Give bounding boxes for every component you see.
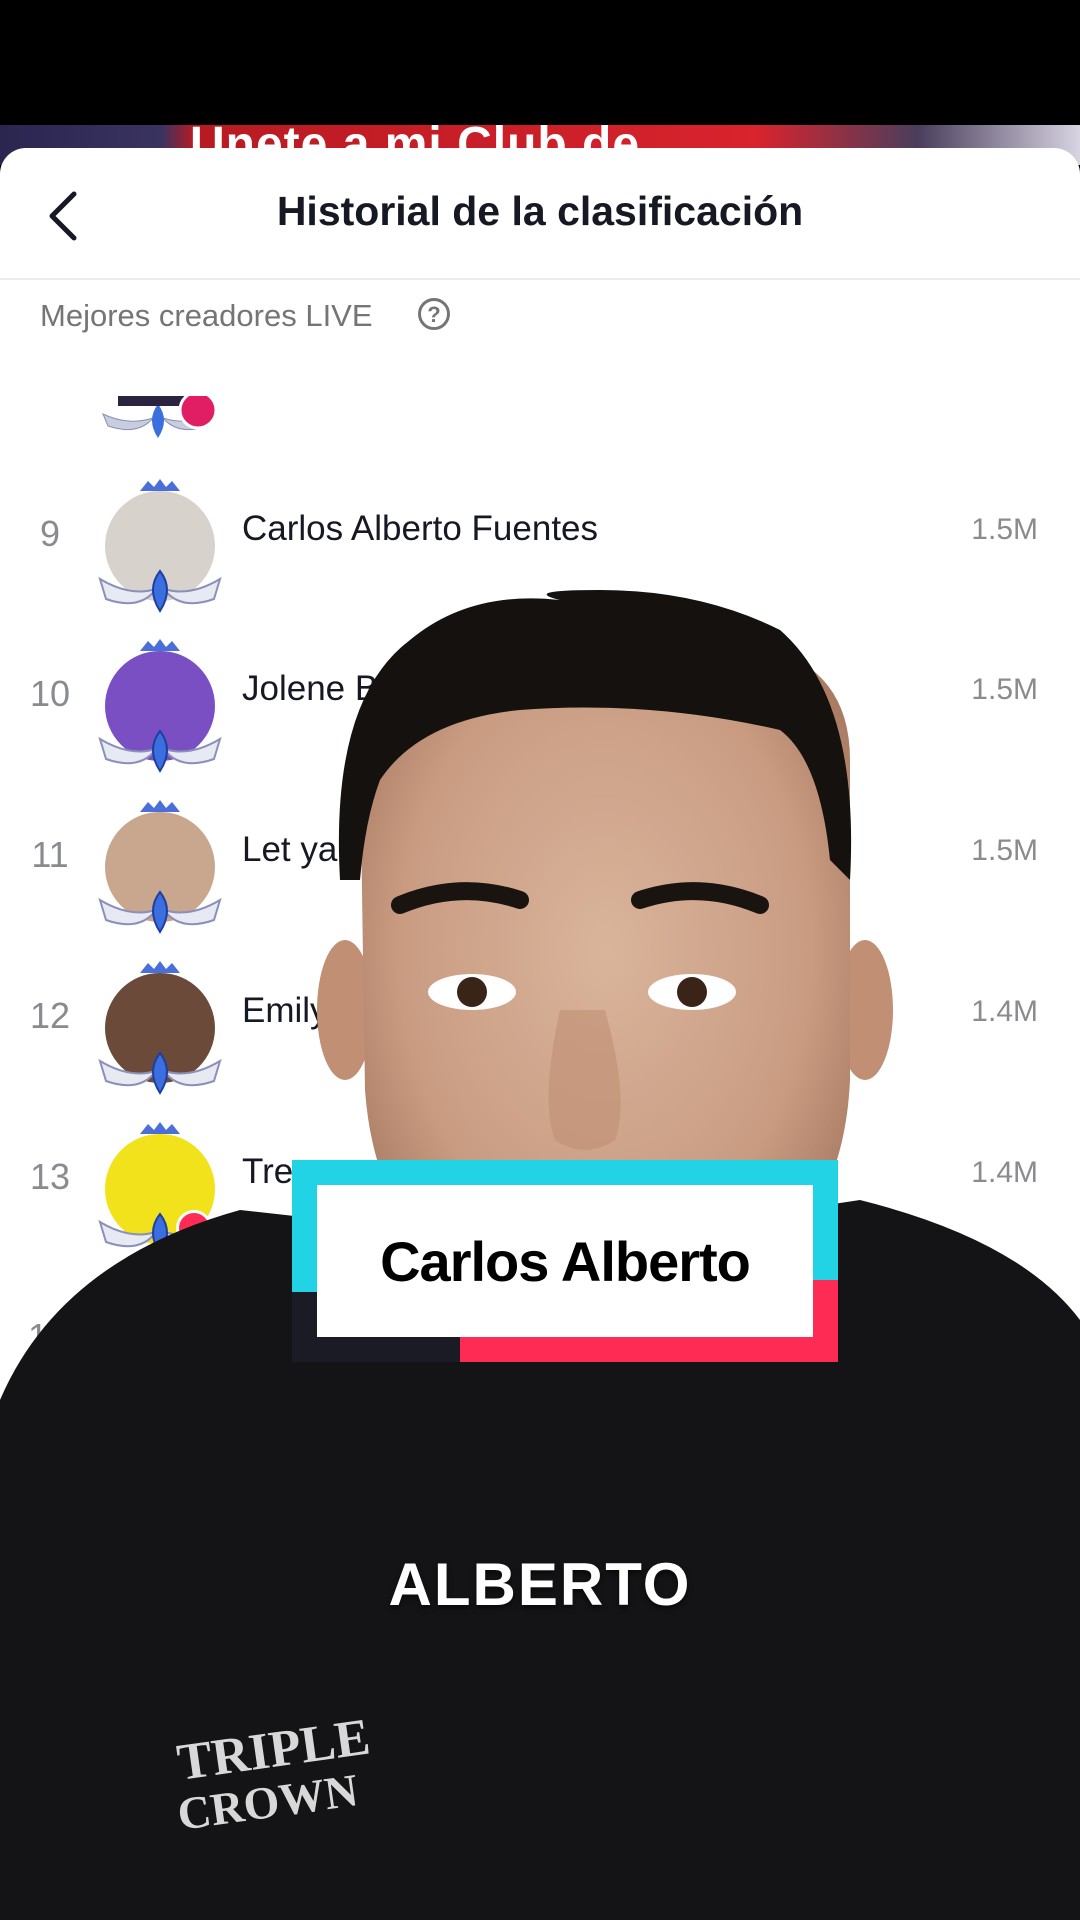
rank-number: 12: [29, 995, 71, 1036]
wings-frame-icon: [98, 1051, 222, 1095]
partial-avatar-wings: [102, 396, 218, 438]
leaderboard-row[interactable]: 12 Emily 1.4M: [0, 947, 1080, 1095]
creator-name: Carlos Alberto Fuentes: [242, 509, 599, 548]
rank-number: 11: [31, 834, 69, 875]
question-circle-icon[interactable]: ?: [418, 298, 450, 330]
creator-score: 1.5M: [971, 513, 1038, 546]
live-indicator-icon: [176, 1210, 212, 1246]
leaderboard-row[interactable]: 11 Let ya 1.5M: [0, 786, 1080, 934]
wings-frame-icon: [98, 890, 222, 934]
creator-name: Tre: [242, 1152, 294, 1191]
avatar[interactable]: [96, 1120, 224, 1260]
caption-sticker: Carlos Alberto: [292, 1160, 838, 1362]
avatar[interactable]: [96, 477, 224, 617]
creator-name: Let ya: [242, 830, 338, 869]
creator-score: 1.4M: [971, 1156, 1038, 1189]
creator-name: Emily: [242, 991, 328, 1030]
creator-score: 1.5M: [971, 834, 1038, 867]
creator-score: 1.4M: [971, 995, 1038, 1028]
ranking-history-sheet: Historial de la clasificación Mejores cr…: [0, 148, 1080, 1920]
avatar[interactable]: [96, 959, 224, 1099]
wings-frame-icon: [98, 569, 222, 613]
section-label: Mejores creadores LIVE: [40, 298, 373, 333]
rank-number: 10: [29, 673, 71, 714]
status-bar: [0, 0, 1080, 125]
creator-score: 1.5M: [971, 673, 1038, 706]
sheet-header: Historial de la clasificación: [0, 148, 1080, 280]
avatar[interactable]: [96, 637, 224, 777]
wings-frame-icon: [98, 729, 222, 773]
creator-name: Jolene B: [242, 669, 379, 708]
avatar[interactable]: [96, 798, 224, 938]
rank-number: 14: [28, 1316, 69, 1357]
caption-text: Carlos Alberto: [380, 1229, 751, 1293]
rank-number: 13: [29, 1156, 71, 1197]
leaderboard-row[interactable]: 10 Jolene B 1.5M: [0, 625, 1080, 773]
rank-number: 9: [39, 513, 61, 554]
page-title: Historial de la clasificación: [276, 188, 804, 234]
leaderboard-row[interactable]: 9 Carlos Alberto Fuentes 1.5M: [0, 465, 1080, 613]
video-subtitle: ALBERTO: [388, 1551, 692, 1618]
